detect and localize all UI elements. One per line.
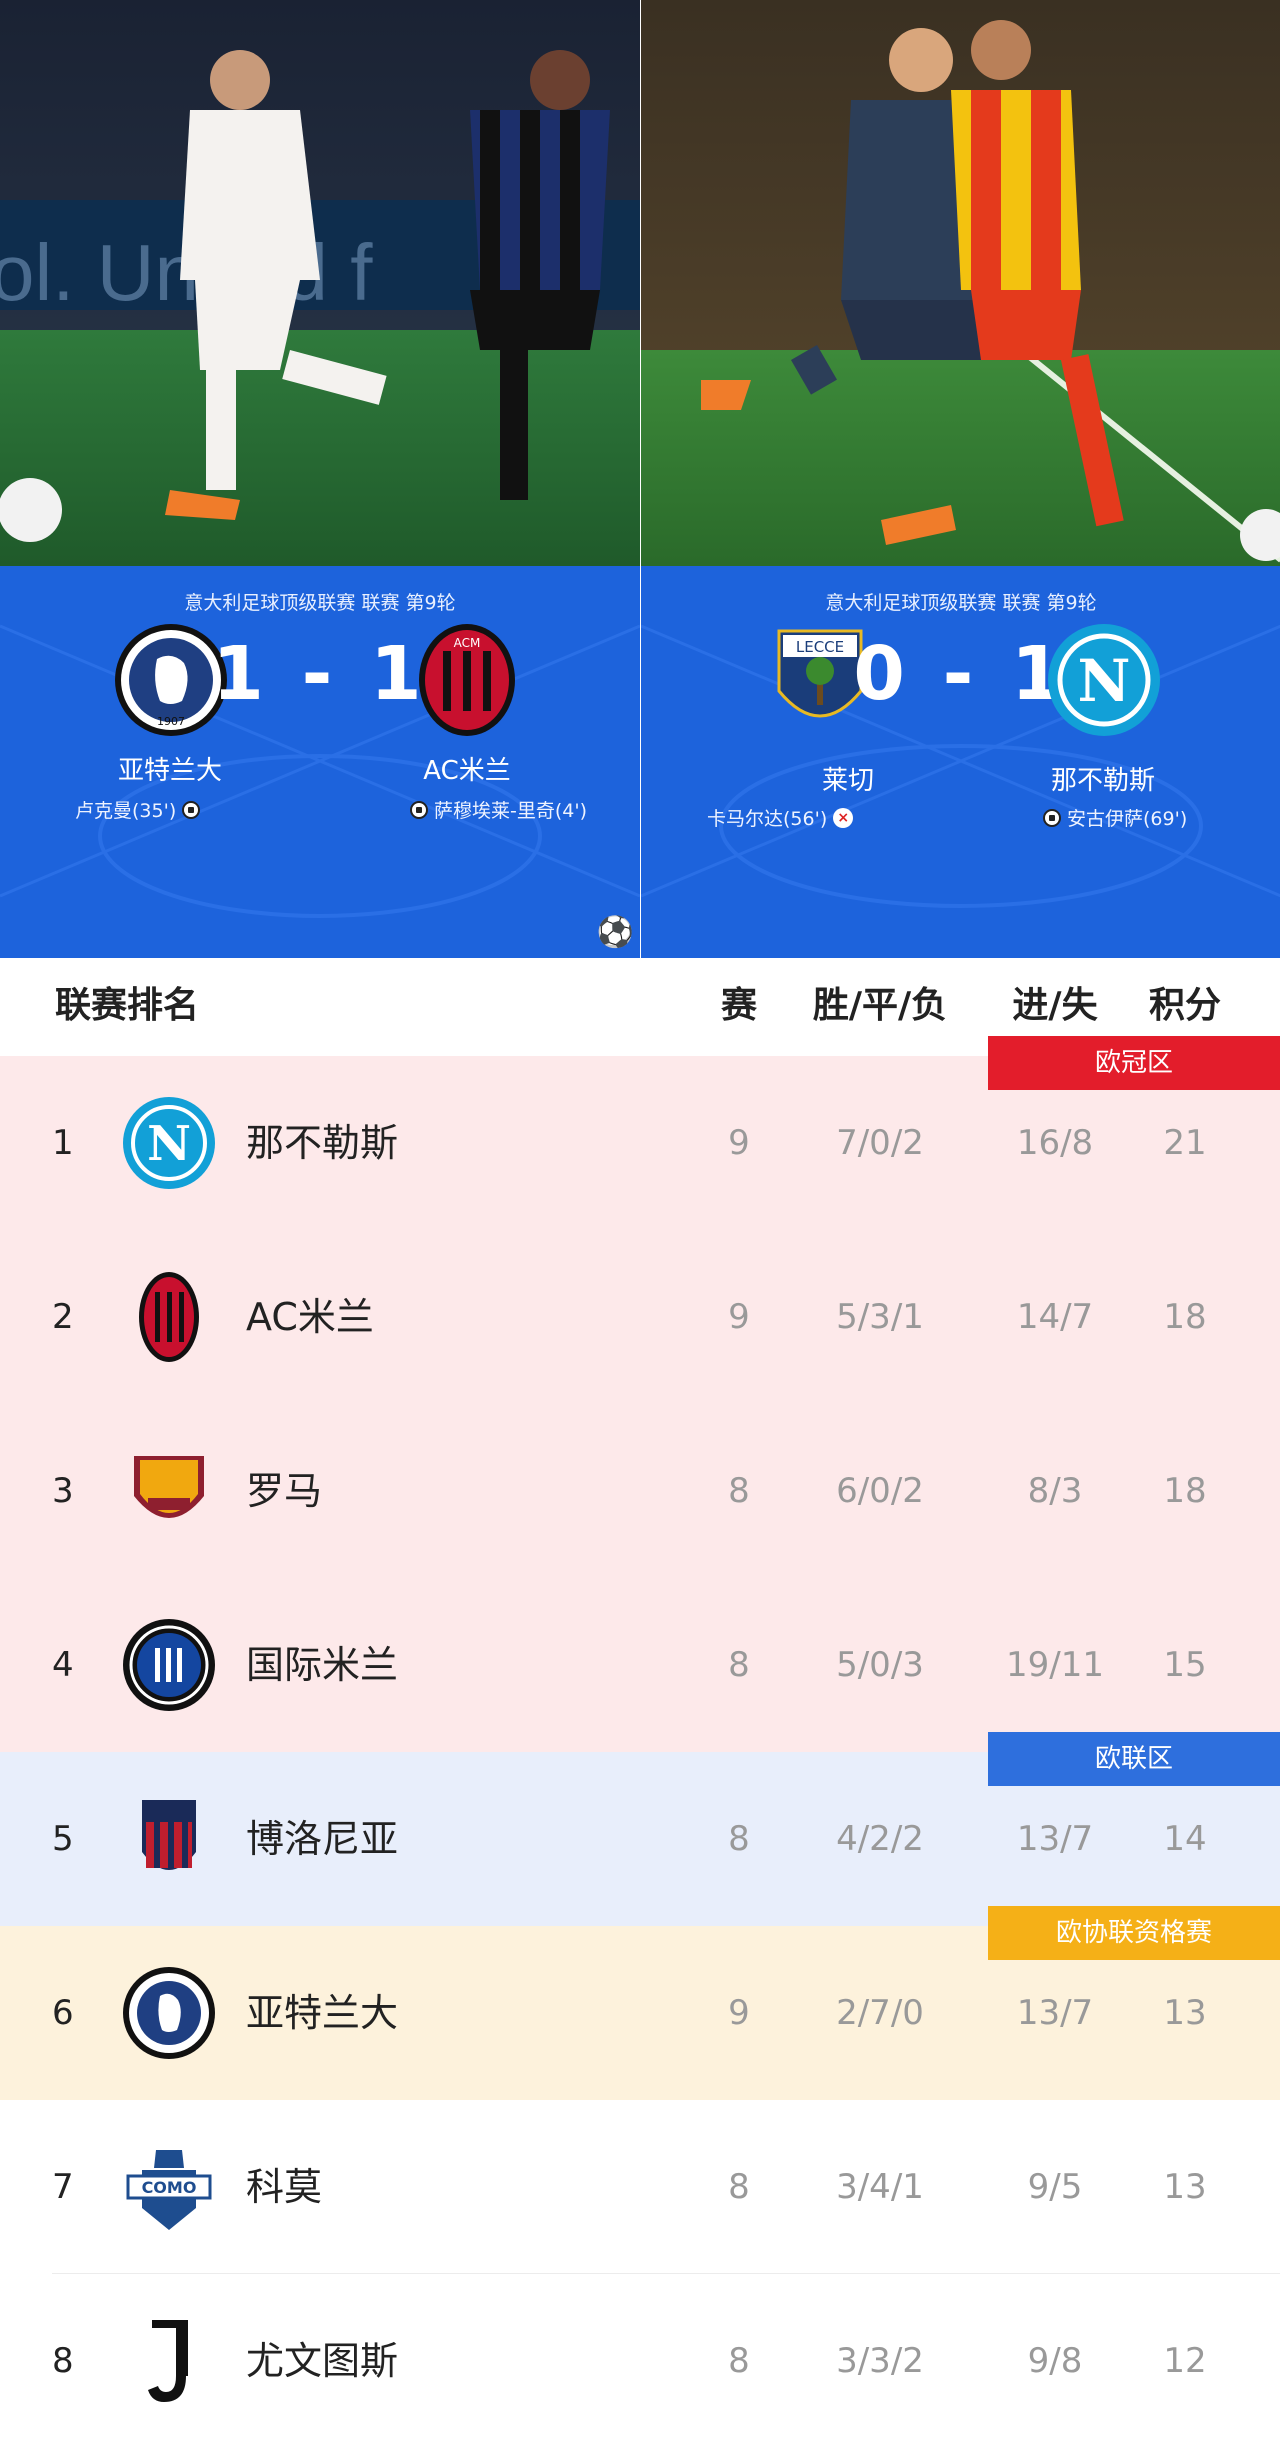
points-value: 13 <box>1163 2167 1207 2207</box>
svg-text:ACM: ACM <box>454 636 481 650</box>
napoli-crest-icon: N <box>1048 624 1160 736</box>
football-icon: ⚽ <box>596 915 634 950</box>
team-name: 博洛尼亚 <box>246 1817 399 1861</box>
svg-text:N: N <box>147 1116 191 1172</box>
away-scorer-text: 安古伊萨(69') <box>1067 808 1188 830</box>
played-value: 8 <box>728 1819 750 1859</box>
wdl-value: 7/0/2 <box>836 1123 924 1163</box>
standings-row[interactable]: 8 尤文图斯 8 3/3/2 9/8 12 <box>0 2274 1280 2448</box>
team-name: 亚特兰大 <box>246 1991 399 2035</box>
played-value: 9 <box>728 1993 750 2033</box>
goals-value: 9/5 <box>1027 2167 1083 2207</box>
wdl-value: 5/3/1 <box>836 1297 924 1337</box>
goals-value: 9/8 <box>1027 2341 1083 2381</box>
league-round: 意大利足球顶级联赛 联赛 第9轮 <box>184 592 456 614</box>
goal-ball-icon <box>410 800 428 819</box>
match-photo <box>641 0 1280 566</box>
standings-row[interactable]: 4 国际米兰 8 5/0/3 19/11 15 <box>0 1578 1280 1752</box>
napoli-crest-icon: N <box>122 1096 216 1190</box>
points-value: 18 <box>1163 1297 1207 1337</box>
team-name: AC米兰 <box>246 1295 374 1339</box>
goals-value: 14/7 <box>1016 1297 1094 1337</box>
atalanta-crest-icon <box>122 1966 216 2060</box>
match-summary: 意大利足球顶级联赛 联赛 第9轮 1907 1 - 1 ACM 亚特兰大 AC米… <box>0 566 640 958</box>
match-photo: ol. United f <box>0 0 640 566</box>
home-scorer: 卢克曼(35') <box>75 796 201 823</box>
standings-row[interactable]: 7 COMO 科莫 8 3/4/1 9/5 13 <box>0 2100 1280 2274</box>
standings-row[interactable]: 2 AC米兰 9 5/3/1 14/7 18 <box>0 1230 1280 1404</box>
away-scorer: 萨穆埃莱-里奇(4') <box>410 796 587 823</box>
como-crest-icon: COMO <box>122 2140 216 2234</box>
own-goal-icon: × <box>833 807 854 828</box>
rank-number: 3 <box>52 1471 74 1511</box>
away-scorer-text: 萨穆埃莱-里奇(4') <box>434 800 587 822</box>
wdl-value: 6/0/2 <box>836 1471 924 1511</box>
zone-label-ucl: 欧冠区 <box>988 1036 1280 1090</box>
acmilan-crest-icon <box>122 1270 216 1364</box>
points-value: 15 <box>1163 1645 1207 1685</box>
rank-number: 4 <box>52 1645 74 1685</box>
away-team-name: AC米兰 <box>423 756 511 786</box>
league-round: 意大利足球顶级联赛 联赛 第9轮 <box>825 592 1097 614</box>
bologna-crest-icon <box>122 1792 216 1886</box>
rank-number: 8 <box>52 2341 74 2381</box>
home-scorer-text: 卢克曼(35') <box>75 800 177 822</box>
score: 0 - 1 <box>853 631 1069 717</box>
rank-number: 2 <box>52 1297 74 1337</box>
match-card-atalanta-acmilan[interactable]: ol. United f <box>0 0 640 958</box>
rank-number: 1 <box>52 1123 74 1163</box>
away-scorer: 安古伊萨(69') <box>1043 804 1187 831</box>
rank-number: 5 <box>52 1819 74 1859</box>
score: 1 - 1 <box>212 631 428 717</box>
wdl-value: 3/4/1 <box>836 2167 924 2207</box>
wdl-value: 5/0/3 <box>836 1645 924 1685</box>
match-summary: 意大利足球顶级联赛 联赛 第9轮 LECCE 0 - 1 N 莱切 那不勒斯 卡… <box>641 566 1280 958</box>
played-value: 8 <box>728 1471 750 1511</box>
rank-number: 6 <box>52 1993 74 2033</box>
standings-row[interactable]: 3 罗马 8 6/0/2 8/3 18 <box>0 1404 1280 1578</box>
svg-text:N: N <box>1077 647 1130 715</box>
played-value: 9 <box>728 1123 750 1163</box>
team-name: 罗马 <box>246 1469 323 1513</box>
goal-ball-icon <box>182 800 201 819</box>
match-card-lecce-napoli[interactable]: 意大利足球顶级联赛 联赛 第9轮 LECCE 0 - 1 N 莱切 那不勒斯 卡… <box>641 0 1280 958</box>
goals-value: 19/11 <box>1006 1645 1104 1685</box>
played-value: 8 <box>728 1645 750 1685</box>
juventus-crest-icon <box>122 2314 216 2408</box>
goal-ball-icon <box>1043 808 1061 827</box>
rank-number: 7 <box>52 2167 74 2207</box>
col-wdl: 胜/平/负 <box>812 985 948 1026</box>
played-value: 9 <box>728 1297 750 1337</box>
standings-title: 联赛排名 <box>55 985 200 1026</box>
home-team-name: 莱切 <box>821 766 874 796</box>
match-cards: ol. United f <box>0 0 1280 958</box>
inter-crest-icon <box>122 1618 216 1712</box>
goals-value: 8/3 <box>1027 1471 1083 1511</box>
acmilan-crest-icon: ACM <box>419 624 515 736</box>
col-goals: 进/失 <box>1012 985 1098 1026</box>
points-value: 12 <box>1163 2341 1207 2381</box>
zone-label-uel: 欧联区 <box>988 1732 1280 1786</box>
roma-crest-icon <box>122 1444 216 1538</box>
wdl-value: 3/3/2 <box>836 2341 924 2381</box>
zone-label-uecl: 欧协联资格赛 <box>988 1906 1280 1960</box>
played-value: 8 <box>728 2167 750 2207</box>
team-name: 国际米兰 <box>246 1643 399 1687</box>
home-scorer: 卡马尔达(56') × <box>707 804 854 831</box>
col-played: 赛 <box>720 985 757 1026</box>
team-name: 科莫 <box>246 2165 323 2209</box>
played-value: 8 <box>728 2341 750 2381</box>
wdl-value: 4/2/2 <box>836 1819 924 1859</box>
league-standings: 联赛排名 赛 胜/平/负 进/失 积分 1 N 那不勒斯 9 7/0/2 16/8 21 2 A… <box>0 958 1280 2448</box>
svg-text:COMO: COMO <box>142 2178 197 2197</box>
points-value: 18 <box>1163 1471 1207 1511</box>
team-name: 那不勒斯 <box>246 1121 399 1165</box>
away-team-name: 那不勒斯 <box>1050 766 1155 796</box>
home-team-name: 亚特兰大 <box>117 756 222 786</box>
home-scorer-text: 卡马尔达(56') <box>707 808 828 830</box>
team-name: 尤文图斯 <box>246 2339 399 2383</box>
col-points: 积分 <box>1148 985 1221 1026</box>
wdl-value: 2/7/0 <box>836 1993 924 2033</box>
